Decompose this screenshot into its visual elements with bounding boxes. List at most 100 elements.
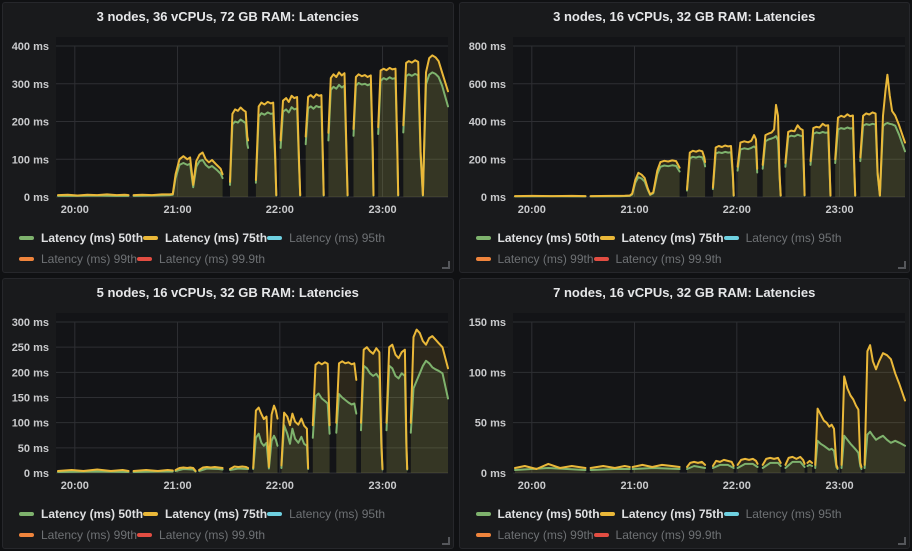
legend-label: Latency (ms) 50th [498, 507, 600, 521]
legend-item-p95[interactable]: Latency (ms) 95th [267, 227, 385, 248]
panel-5-nodes-16-vcpus: 5 nodes, 16 vCPUs, 32 GB RAM: Latencies … [2, 278, 454, 549]
legend: Latency (ms) 50thLatency (ms) 75th Latenc… [460, 501, 910, 545]
y-tick-label: 300 ms [12, 79, 49, 91]
legend-item-p75[interactable]: Latency (ms) 75th [600, 503, 724, 524]
y-tick-label: 250 ms [12, 342, 49, 354]
legend-label: Latency (ms) 99.9th [616, 528, 722, 542]
legend-item-p50[interactable]: Latency (ms) 50th [476, 503, 600, 524]
legend-item-p99[interactable]: Latency (ms) 99th [476, 248, 594, 269]
y-tick-label: 0 ms [24, 192, 49, 204]
y-tick-label: 100 ms [468, 367, 505, 379]
latency-chart[interactable]: 0 ms100 ms200 ms300 ms400 ms20:0021:0022… [3, 29, 454, 225]
panel-title[interactable]: 7 nodes, 16 vCPUs, 32 GB RAM: Latencies [460, 279, 910, 305]
legend-label: Latency (ms) 95th [746, 231, 842, 245]
p75-series-dash-icon [143, 512, 158, 516]
y-tick-label: 200 ms [468, 154, 505, 166]
panel-title[interactable]: 3 nodes, 36 vCPUs, 72 GB RAM: Latencies [3, 3, 453, 29]
x-tick-label: 21:00 [163, 480, 191, 492]
y-tick-label: 400 ms [468, 117, 505, 129]
legend-item-p95[interactable]: Latency (ms) 95th [267, 503, 385, 524]
p95-series-dash-icon [724, 236, 739, 240]
legend-item-p999[interactable]: Latency (ms) 99.9th [137, 248, 265, 269]
legend-item-p75[interactable]: Latency (ms) 75th [143, 503, 267, 524]
panel-7-nodes-16-vcpus: 7 nodes, 16 vCPUs, 32 GB RAM: Latencies … [459, 278, 911, 549]
panel-3-nodes-16-vcpus: 3 nodes, 16 vCPUs, 32 GB RAM: Latencies … [459, 2, 911, 273]
legend-item-p50[interactable]: Latency (ms) 50th [476, 227, 600, 248]
legend-item-p99[interactable]: Latency (ms) 99th [19, 524, 137, 545]
x-tick-label: 22:00 [266, 204, 294, 216]
x-tick-label: 21:00 [620, 204, 648, 216]
p50-series-dash-icon [19, 236, 34, 240]
legend-label: Latency (ms) 50th [498, 231, 600, 245]
panel-title[interactable]: 3 nodes, 16 vCPUs, 32 GB RAM: Latencies [460, 3, 910, 29]
legend-item-p95[interactable]: Latency (ms) 95th [724, 503, 842, 524]
legend-label: Latency (ms) 99.9th [616, 252, 722, 266]
x-tick-label: 23:00 [825, 204, 853, 216]
legend-label: Latency (ms) 99th [41, 528, 137, 542]
legend-label: Latency (ms) 75th [165, 507, 267, 521]
p999-series-dash-icon [594, 533, 609, 537]
p50-series-dash-icon [476, 236, 491, 240]
legend-item-p99[interactable]: Latency (ms) 99th [19, 248, 137, 269]
y-tick-label: 200 ms [12, 367, 49, 379]
legend-label: Latency (ms) 99th [498, 252, 594, 266]
latency-chart[interactable]: 0 ms50 ms100 ms150 ms200 ms250 ms300 ms2… [3, 305, 454, 501]
p75-series-dash-icon [600, 512, 615, 516]
y-tick-label: 150 ms [12, 393, 49, 405]
panel-resize-handle-icon[interactable] [898, 261, 906, 269]
p50-series-dash-icon [19, 512, 34, 516]
y-tick-label: 200 ms [12, 117, 49, 129]
p95-series-dash-icon [267, 512, 282, 516]
p99-series-dash-icon [19, 257, 34, 261]
panel-resize-handle-icon[interactable] [442, 261, 450, 269]
p99-series-dash-icon [19, 533, 34, 537]
legend-item-p999[interactable]: Latency (ms) 99.9th [594, 524, 722, 545]
legend-item-p75[interactable]: Latency (ms) 75th [143, 227, 267, 248]
y-tick-label: 100 ms [12, 418, 49, 430]
y-tick-label: 0 ms [480, 192, 505, 204]
y-tick-label: 150 ms [468, 317, 505, 329]
y-tick-label: 0 ms [24, 468, 49, 480]
y-tick-label: 300 ms [12, 317, 49, 329]
x-tick-label: 23:00 [368, 204, 396, 216]
legend-label: Latency (ms) 95th [289, 231, 385, 245]
legend-label: Latency (ms) 75th [165, 231, 267, 245]
p99-series-dash-icon [476, 533, 491, 537]
p75-series-dash-icon [143, 236, 158, 240]
legend-label: Latency (ms) 95th [289, 507, 385, 521]
legend-item-p99[interactable]: Latency (ms) 99th [476, 524, 594, 545]
legend-item-p999[interactable]: Latency (ms) 99.9th [137, 524, 265, 545]
legend-label: Latency (ms) 99.9th [159, 528, 265, 542]
x-tick-label: 23:00 [368, 480, 396, 492]
legend-item-p50[interactable]: Latency (ms) 50th [19, 503, 143, 524]
legend-item-p95[interactable]: Latency (ms) 95th [724, 227, 842, 248]
panel-3-nodes-36-vcpus: 3 nodes, 36 vCPUs, 72 GB RAM: Latencies … [2, 2, 454, 273]
p75-series-dash-icon [600, 236, 615, 240]
y-tick-label: 600 ms [468, 79, 505, 91]
x-tick-label: 21:00 [620, 480, 648, 492]
legend-label: Latency (ms) 75th [622, 231, 724, 245]
y-tick-label: 800 ms [468, 41, 505, 53]
legend-label: Latency (ms) 50th [41, 507, 143, 521]
legend-label: Latency (ms) 99th [498, 528, 594, 542]
x-tick-label: 21:00 [163, 204, 191, 216]
legend-label: Latency (ms) 95th [746, 507, 842, 521]
p99-series-dash-icon [476, 257, 491, 261]
p999-series-dash-icon [137, 533, 152, 537]
panel-resize-handle-icon[interactable] [898, 537, 906, 545]
legend-item-p999[interactable]: Latency (ms) 99.9th [594, 248, 722, 269]
legend: Latency (ms) 50th Latency (ms) 75th Latenc… [3, 225, 453, 269]
legend-label: Latency (ms) 99.9th [159, 252, 265, 266]
legend-label: Latency (ms) 50th [41, 231, 143, 245]
legend-label: Latency (ms) 99th [41, 252, 137, 266]
x-tick-label: 20:00 [517, 204, 545, 216]
legend-item-p50[interactable]: Latency (ms) 50th [19, 227, 143, 248]
latency-chart[interactable]: 0 ms50 ms100 ms150 ms20:0021:0022:0023:0… [460, 305, 911, 501]
legend: Latency (ms) 50th Latency (ms) 75th Latenc… [460, 225, 910, 269]
latency-chart[interactable]: 0 ms200 ms400 ms600 ms800 ms20:0021:0022… [460, 29, 911, 225]
x-tick-label: 20:00 [61, 480, 89, 492]
x-tick-label: 20:00 [517, 480, 545, 492]
panel-title[interactable]: 5 nodes, 16 vCPUs, 32 GB RAM: Latencies [3, 279, 453, 305]
legend-item-p75[interactable]: Latency (ms) 75th [600, 227, 724, 248]
panel-resize-handle-icon[interactable] [442, 537, 450, 545]
